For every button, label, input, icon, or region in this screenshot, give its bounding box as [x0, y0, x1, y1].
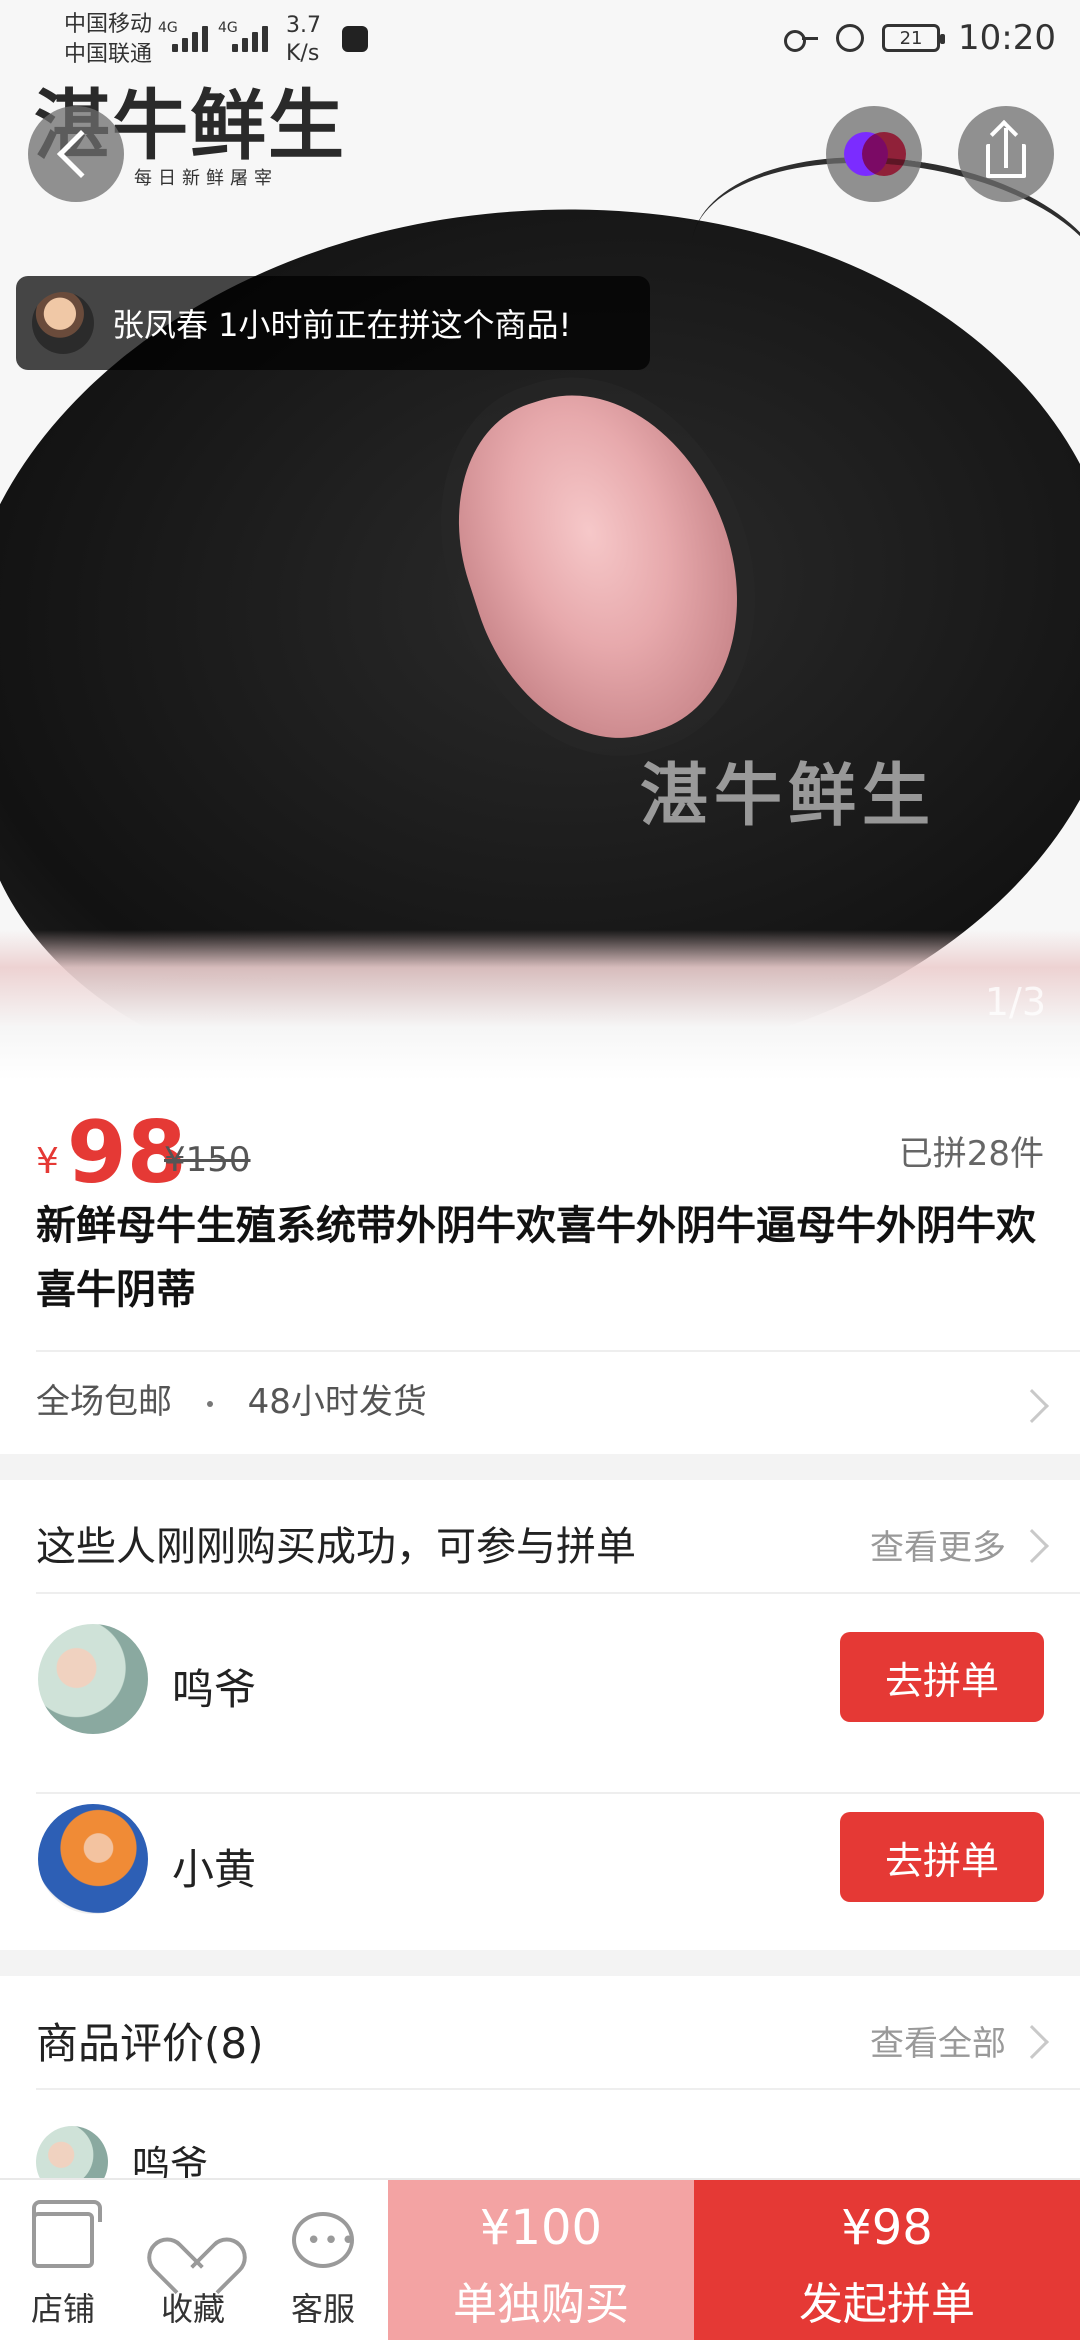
shipping-row[interactable]: 全场包邮 48小时发货	[36, 1374, 427, 1423]
favorite-button[interactable]: 收藏	[138, 2200, 248, 2330]
cat-app-icon	[342, 26, 368, 52]
chevron-right-icon[interactable]	[1015, 1389, 1049, 1423]
toast-text: 张凤春 1小时前正在拼这个商品!	[112, 306, 572, 344]
service-label: 客服	[290, 2290, 355, 2328]
buy-alone-button[interactable]: ¥100 单独购买	[388, 2180, 694, 2340]
battery-icon: 21	[882, 24, 946, 52]
chat-icon	[292, 2212, 358, 2268]
alarm-icon	[836, 24, 865, 52]
group-row: 鸣爷 去拼单	[0, 1612, 1080, 1792]
overlap-circles-button[interactable]	[826, 106, 922, 202]
group-buy-toast: 张凤春 1小时前正在拼这个商品!	[16, 276, 650, 370]
carrier-1: 中国移动	[64, 12, 153, 37]
product-photo-edge	[0, 930, 1080, 1080]
buy-alone-price: ¥100	[479, 2200, 603, 2256]
store-button[interactable]: 店铺	[8, 2200, 118, 2330]
status-right: 21 10:20	[784, 18, 1056, 58]
favorite-label: 收藏	[160, 2290, 225, 2328]
avatar	[32, 292, 94, 354]
start-group-button[interactable]: ¥98 发起拼单	[694, 2180, 1080, 2340]
share-button[interactable]	[958, 106, 1054, 202]
sold-count: 已拼28件	[898, 1134, 1044, 1174]
brand-subtitle: 每日新鲜屠宰	[134, 168, 278, 189]
clock: 10:20	[958, 18, 1056, 58]
dot-separator	[206, 1400, 213, 1407]
chevron-right-icon[interactable]	[1015, 1529, 1049, 1563]
back-chevron-icon	[56, 129, 106, 179]
original-price: ¥150	[164, 1140, 251, 1180]
customer-service-button[interactable]: 客服	[268, 2200, 378, 2330]
photo-watermark: 湛牛鲜生	[640, 757, 937, 836]
group-section-title: 这些人刚刚购买成功，可参与拼单	[36, 1524, 636, 1570]
network-speed: 3.7 K/s	[286, 13, 321, 66]
divider	[36, 1350, 1080, 1352]
group-user-name: 小黄	[172, 1845, 257, 1894]
group-user-name: 鸣爷	[172, 1665, 257, 1714]
heart-icon	[164, 2214, 222, 2266]
shipping-time: 48小时发货	[247, 1382, 427, 1422]
key-icon	[784, 29, 819, 52]
start-group-label: 发起拼单	[799, 2279, 975, 2330]
avatar	[38, 1624, 148, 1734]
group-row: 小黄 去拼单	[0, 1794, 1080, 1974]
product-info: ¥ 98 ¥150 已拼28件 新鲜母牛生殖系统带外阴牛欢喜牛外阴牛逼母牛外阴牛…	[0, 1080, 1080, 1454]
buy-alone-label: 单独购买	[453, 2279, 629, 2330]
join-group-button[interactable]: 去拼单	[840, 1812, 1044, 1902]
store-label: 店铺	[30, 2290, 95, 2328]
divider	[36, 2088, 1080, 2090]
group-buy-section: 这些人刚刚购买成功，可参与拼单 查看更多 鸣爷 去拼单 小黄 去拼单	[0, 1480, 1080, 1950]
signal-icon-2	[232, 22, 276, 52]
chevron-right-icon[interactable]	[1015, 2025, 1049, 2059]
signal-icon-1	[172, 22, 216, 52]
start-group-price: ¥98	[841, 2200, 933, 2256]
view-more-link[interactable]: 查看更多	[870, 1520, 1006, 1569]
carrier-info: 中国移动 中国联通	[64, 10, 152, 70]
join-group-button[interactable]: 去拼单	[840, 1632, 1044, 1722]
bottom-action-bar: 店铺 收藏 客服 ¥100 单独购买 ¥98 发起拼单	[0, 2178, 1080, 2340]
shipping-free: 全场包邮	[36, 1382, 172, 1422]
avatar	[38, 1804, 148, 1914]
view-all-link[interactable]: 查看全部	[870, 2016, 1006, 2065]
store-icon	[32, 2200, 102, 2268]
currency: ¥	[36, 1141, 59, 1182]
share-arrow-icon	[1004, 128, 1008, 168]
divider	[36, 1592, 1080, 1594]
reviews-title: 商品评价(8)	[36, 2019, 264, 2068]
product-title: 新鲜母牛生殖系统带外阴牛欢喜牛外阴牛逼母牛外阴牛欢喜牛阴蒂	[36, 1203, 1036, 1313]
image-counter: 1/3	[984, 980, 1046, 1024]
battery-level: 21	[899, 27, 923, 49]
product-detail-page: 湛牛鲜生 1/3 中国移动 中国联通 4G 4G 3.7 K/s 21 10:2…	[0, 0, 1080, 2340]
pink-circle-icon	[862, 132, 906, 176]
back-button[interactable]	[28, 106, 124, 202]
